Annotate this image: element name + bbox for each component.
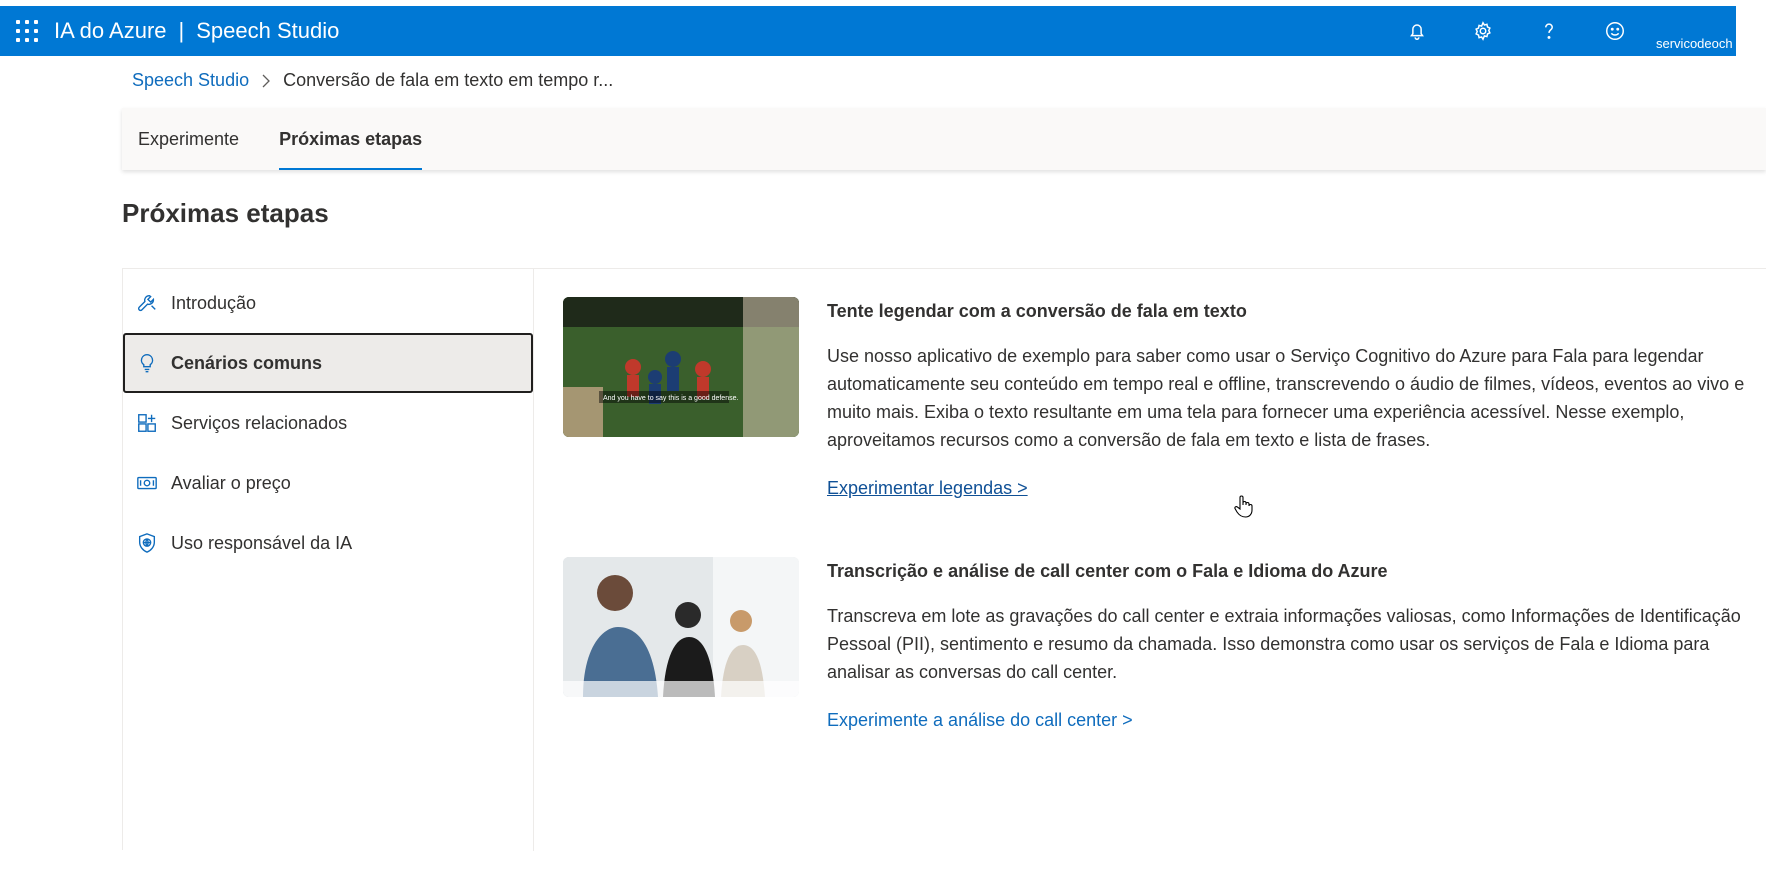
header-actions [1384, 6, 1648, 56]
nav-item-label: Uso responsável da IA [171, 532, 353, 553]
lightbulb-icon [135, 351, 159, 375]
scenario-card-description: Transcreva em lote as gravações do call … [827, 606, 1741, 682]
nav-item-introducao[interactable]: Introdução [123, 273, 533, 333]
page-title: Próximas etapas [122, 198, 329, 228]
chevron-right-icon [262, 74, 271, 87]
captioning-thumbnail: And you have to say this is a good defen… [563, 297, 799, 437]
nav-item-avaliar-preco[interactable]: Avaliar o preço [123, 453, 533, 513]
nav-item-label: Avaliar o preço [171, 472, 291, 493]
call-center-thumbnail [563, 557, 799, 697]
side-nav: Introdução Cenários comuns Serviços rela… [123, 269, 534, 851]
money-icon [135, 471, 159, 495]
scenario-card-description: Use nosso aplicativo de exemplo para sab… [827, 346, 1745, 450]
brand: IA do Azure | Speech Studio [54, 18, 339, 44]
scenario-card-body: Transcrição e análise de call center com… [827, 557, 1757, 731]
breadcrumb-current: Conversão de fala em texto em tempo r... [283, 70, 614, 90]
nav-item-label: Introdução [171, 292, 257, 313]
scenarios-list: And you have to say this is a good defen… [563, 297, 1763, 817]
nav-item-label: Cenários comuns [171, 352, 323, 373]
breadcrumb: Speech Studio Conversão de fala em texto… [132, 70, 613, 91]
video-caption-text: And you have to say this is a good defen… [603, 395, 738, 402]
app-name[interactable]: Speech Studio [196, 18, 339, 44]
scenario-card-body: Tente legendar com a conversão de fala e… [827, 297, 1757, 499]
tab-experimente[interactable]: Experimente [122, 108, 255, 170]
help-icon[interactable] [1516, 6, 1582, 56]
scenario-card-title: Tente legendar com a conversão de fala e… [827, 301, 1247, 321]
account-name[interactable]: servicodeoch [1656, 36, 1736, 51]
top-bar: IA do Azure | Speech Studio servicodeoch [0, 6, 1736, 56]
nav-item-label: Serviços relacionados [171, 412, 348, 433]
brand-separator: | [178, 18, 185, 43]
try-captioning-link[interactable]: Experimentar legendas > [827, 478, 1028, 499]
scenario-card: And you have to say this is a good defen… [563, 297, 1763, 557]
shield-globe-icon [135, 531, 159, 555]
hand-cursor-icon [1234, 495, 1253, 518]
settings-icon[interactable] [1450, 6, 1516, 56]
tab-proximas-etapas[interactable]: Próximas etapas [263, 108, 438, 170]
wrench-icon [135, 291, 159, 315]
content-panel: Introdução Cenários comuns Serviços rela… [122, 268, 1766, 851]
nav-item-uso-responsavel[interactable]: Uso responsável da IA [123, 513, 533, 573]
product-name[interactable]: IA do Azure [54, 18, 167, 44]
feedback-icon[interactable] [1582, 6, 1648, 56]
tab-bar: Experimente Próximas etapas [122, 108, 1766, 170]
breadcrumb-root-link[interactable]: Speech Studio [132, 70, 249, 91]
try-call-center-link[interactable]: Experimente a análise do call center > [827, 710, 1133, 731]
apps-add-icon [135, 411, 159, 435]
scenario-card: Transcrição e análise de call center com… [563, 557, 1763, 817]
nav-item-cenarios-comuns[interactable]: Cenários comuns [123, 333, 533, 393]
notification-icon[interactable] [1384, 6, 1450, 56]
app-launcher-icon[interactable] [14, 18, 40, 44]
nav-item-servicos-relacionados[interactable]: Serviços relacionados [123, 393, 533, 453]
scenario-card-title: Transcrição e análise de call center com… [827, 561, 1388, 581]
